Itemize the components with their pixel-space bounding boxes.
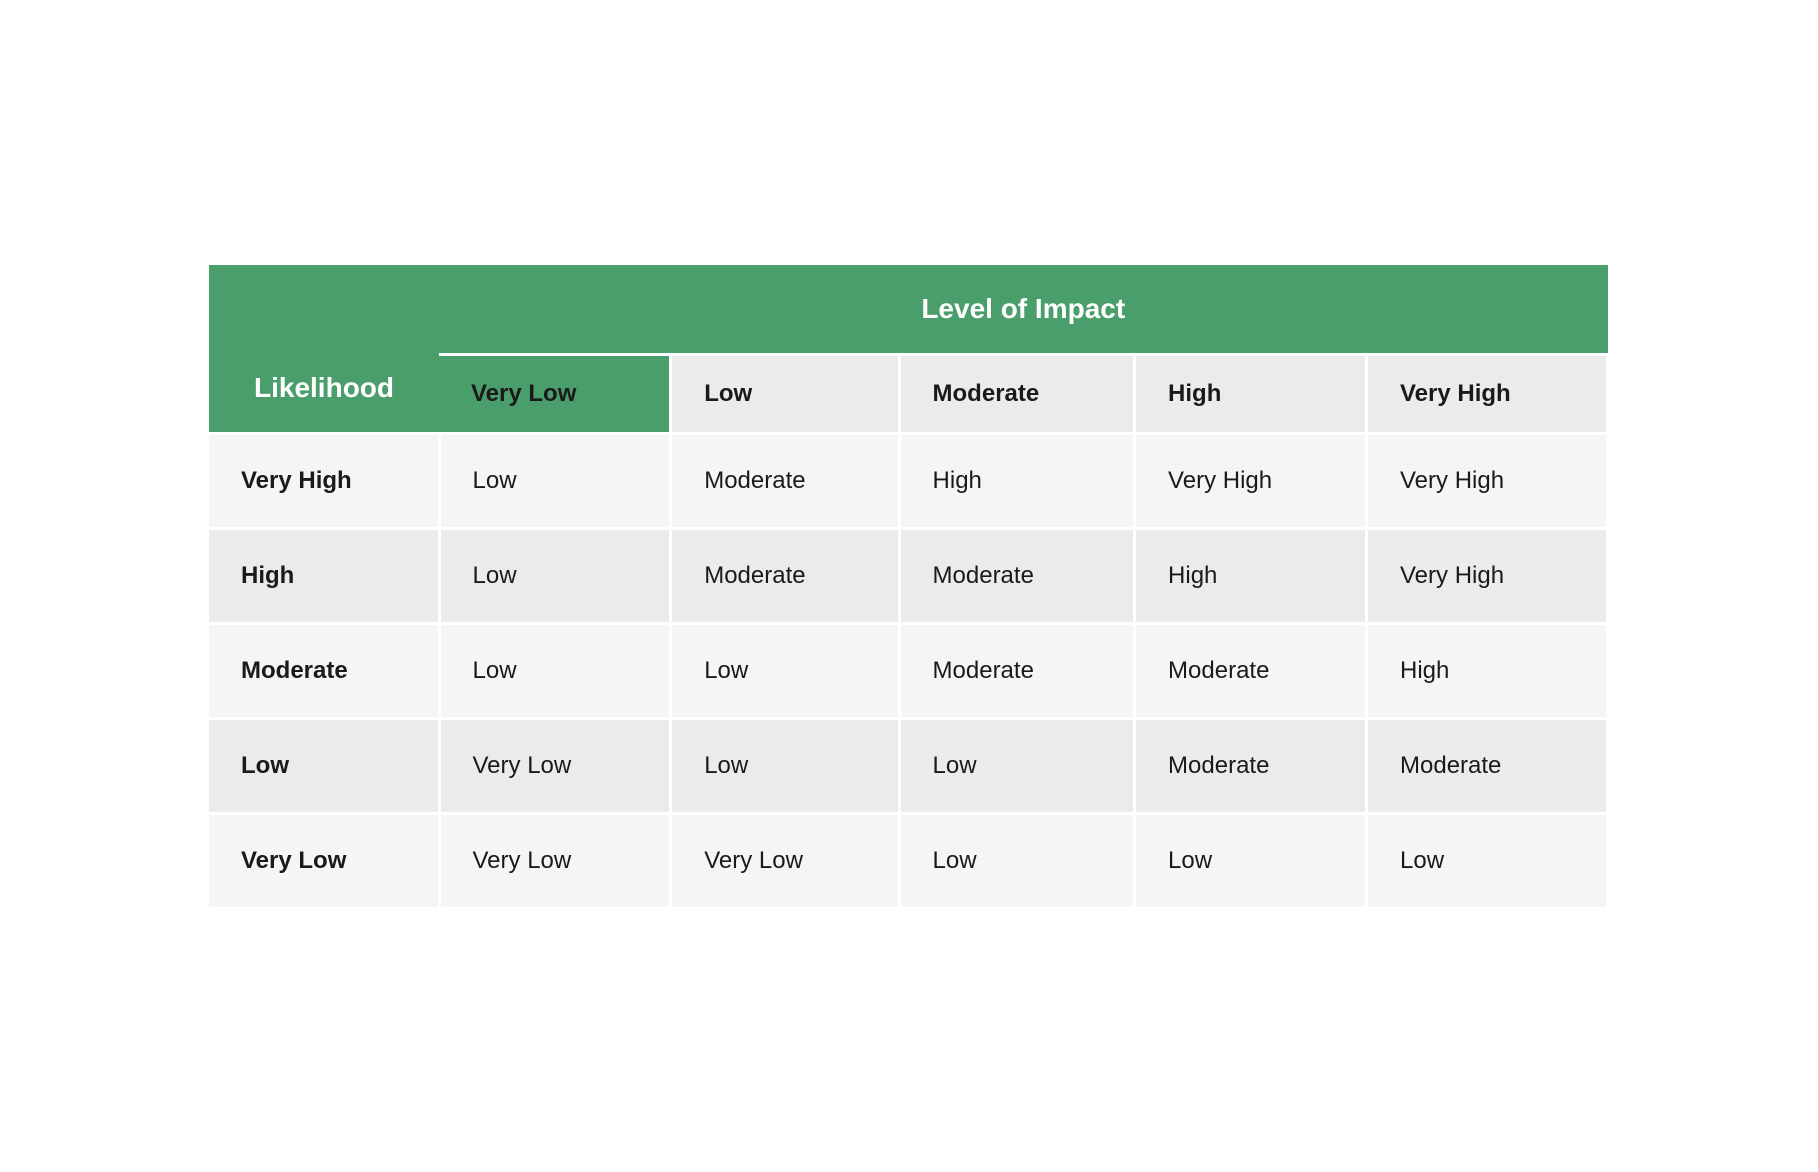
cell-r2-c3: Moderate xyxy=(1135,624,1367,719)
cell-r2-c0: Low xyxy=(439,624,671,719)
cell-r2-c1: Low xyxy=(671,624,899,719)
cell-r3-c0: Very Low xyxy=(439,719,671,814)
cell-r0-c3: Very High xyxy=(1135,434,1367,529)
risk-matrix-wrapper: Likelihood Level of Impact Very Low Low … xyxy=(209,265,1609,907)
table-row: LowVery LowLowLowModerateModerate xyxy=(209,719,1608,814)
impact-header: Level of Impact xyxy=(439,265,1608,355)
row-header-very-low: Very Low xyxy=(209,814,439,908)
cell-r1-c2: Moderate xyxy=(899,529,1135,624)
row-header-high: High xyxy=(209,529,439,624)
cell-r2-c2: Moderate xyxy=(899,624,1135,719)
row-header-low: Low xyxy=(209,719,439,814)
cell-r1-c1: Moderate xyxy=(671,529,899,624)
header-row: Likelihood Level of Impact xyxy=(209,265,1608,355)
cell-r4-c3: Low xyxy=(1135,814,1367,908)
col-header-very-high: Very High xyxy=(1367,355,1608,434)
cell-r4-c1: Very Low xyxy=(671,814,899,908)
table-body: Very HighLowModerateHighVery HighVery Hi… xyxy=(209,434,1608,908)
col-header-high: High xyxy=(1135,355,1367,434)
cell-r4-c4: Low xyxy=(1367,814,1608,908)
col-header-low: Low xyxy=(671,355,899,434)
table-row: ModerateLowLowModerateModerateHigh xyxy=(209,624,1608,719)
table-row: HighLowModerateModerateHighVery High xyxy=(209,529,1608,624)
cell-r4-c0: Very Low xyxy=(439,814,671,908)
cell-r0-c1: Moderate xyxy=(671,434,899,529)
cell-r1-c4: Very High xyxy=(1367,529,1608,624)
cell-r3-c3: Moderate xyxy=(1135,719,1367,814)
col-header-moderate: Moderate xyxy=(899,355,1135,434)
cell-r0-c4: Very High xyxy=(1367,434,1608,529)
cell-r1-c3: High xyxy=(1135,529,1367,624)
cell-r2-c4: High xyxy=(1367,624,1608,719)
cell-r1-c0: Low xyxy=(439,529,671,624)
cell-r4-c2: Low xyxy=(899,814,1135,908)
cell-r0-c2: High xyxy=(899,434,1135,529)
risk-matrix-table: Likelihood Level of Impact Very Low Low … xyxy=(209,265,1609,907)
cell-r0-c0: Low xyxy=(439,434,671,529)
row-header-very-high: Very High xyxy=(209,434,439,529)
cell-r3-c1: Low xyxy=(671,719,899,814)
table-row: Very HighLowModerateHighVery HighVery Hi… xyxy=(209,434,1608,529)
cell-r3-c2: Low xyxy=(899,719,1135,814)
col-header-very-low: Very Low xyxy=(439,355,671,434)
likelihood-header: Likelihood xyxy=(209,265,439,434)
row-header-moderate: Moderate xyxy=(209,624,439,719)
table-row: Very LowVery LowVery LowLowLowLow xyxy=(209,814,1608,908)
cell-r3-c4: Moderate xyxy=(1367,719,1608,814)
